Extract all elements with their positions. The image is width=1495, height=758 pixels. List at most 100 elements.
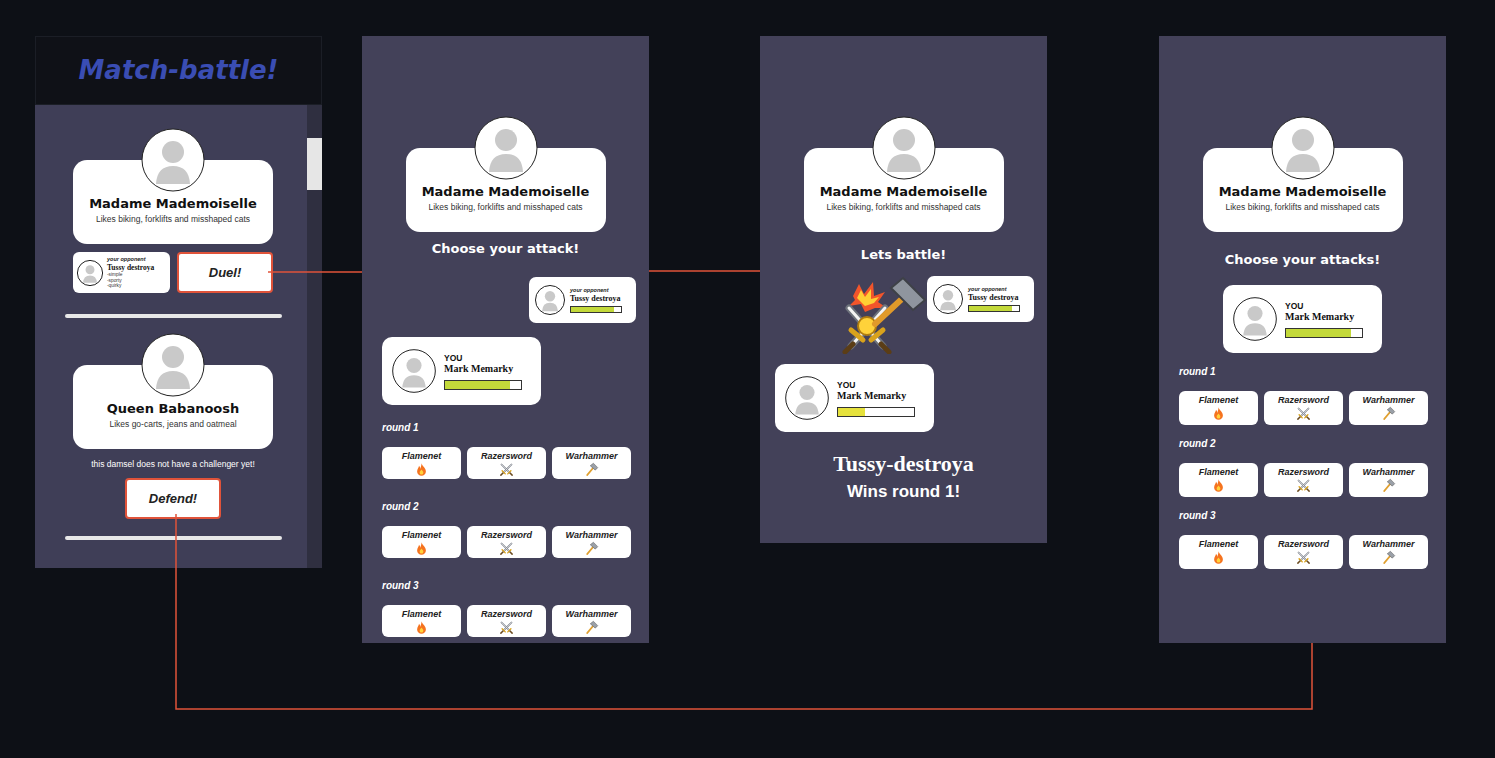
damsel-tagline: Likes biking, forklifts and misshaped ca… bbox=[812, 202, 996, 213]
hammer-icon bbox=[584, 462, 599, 477]
attack-button[interactable]: Razersword bbox=[1264, 535, 1343, 569]
opponent-card: your opponentTussy destroya bbox=[529, 277, 636, 323]
opponent-info: your opponentTussy destroya bbox=[968, 286, 1020, 312]
app-title: Match-battle! bbox=[79, 51, 279, 90]
attack-name: Flamenet bbox=[402, 610, 442, 620]
avatar-icon bbox=[474, 116, 538, 180]
attack-name: Flamenet bbox=[1199, 396, 1239, 406]
attack-button[interactable]: Flamenet bbox=[1179, 535, 1258, 569]
avatar-icon bbox=[141, 333, 205, 397]
battle-clash-icon bbox=[835, 274, 927, 354]
opponent-trait: -sporty bbox=[107, 278, 154, 284]
opponent-name: Tussy destroya bbox=[107, 263, 154, 272]
app-header: Match-battle! bbox=[35, 36, 322, 105]
health-bar bbox=[1285, 328, 1363, 338]
hammer-icon bbox=[1381, 550, 1396, 565]
player-name: Mark Memarky bbox=[1285, 311, 1363, 323]
attack-name: Razersword bbox=[1278, 468, 1329, 478]
sword-icon bbox=[499, 620, 514, 635]
sword-icon bbox=[499, 462, 514, 477]
damsel-profile: Madame Mademoiselle Likes biking, forklif… bbox=[73, 128, 273, 244]
round-label: round 1 bbox=[382, 421, 649, 435]
damsel-name: Madame Mademoiselle bbox=[81, 196, 265, 212]
attack-button[interactable]: Warhammer bbox=[552, 605, 631, 637]
attack-name: Warhammer bbox=[566, 610, 618, 620]
screen-prompt: Lets battle! bbox=[861, 247, 946, 263]
scrollbar[interactable] bbox=[307, 105, 322, 568]
attack-button[interactable]: Flamenet bbox=[382, 526, 461, 558]
attack-row: Flamenet Razersword Warhammer bbox=[1179, 463, 1446, 497]
fire-icon bbox=[1211, 406, 1226, 421]
duel-button[interactable]: Duel! bbox=[177, 252, 273, 293]
health-fill bbox=[838, 408, 865, 416]
hammer-icon bbox=[584, 620, 599, 635]
attack-button[interactable]: Flamenet bbox=[382, 605, 461, 637]
health-fill bbox=[1286, 329, 1351, 337]
screen-prompt: Choose your attacks! bbox=[1225, 252, 1380, 268]
attack-button[interactable]: Warhammer bbox=[552, 447, 631, 479]
hammer-icon bbox=[584, 541, 599, 556]
damsel-name: Madame Mademoiselle bbox=[812, 184, 996, 200]
damsel-profile: Queen BabanooshLikes go-carts, jeans and… bbox=[73, 333, 273, 449]
round-winner: Tussy-destroya bbox=[833, 451, 974, 477]
hammer-icon bbox=[1381, 406, 1396, 421]
phone-screen: Madame MademoiselleLikes biking, forklif… bbox=[362, 36, 649, 643]
sword-icon bbox=[1296, 406, 1311, 421]
fire-icon bbox=[414, 541, 429, 556]
attack-button[interactable]: Razersword bbox=[1264, 391, 1343, 425]
rounds-list: round 1FlamenetRazerswordWarhammerround … bbox=[362, 405, 649, 637]
battle-row: your opponentTussy destroya bbox=[835, 274, 1034, 354]
flow-connector bbox=[649, 270, 760, 272]
attack-name: Flamenet bbox=[1199, 540, 1239, 550]
avatar-icon bbox=[785, 376, 829, 420]
defend-button[interactable]: Defend! bbox=[125, 478, 221, 519]
attack-name: Warhammer bbox=[566, 531, 618, 541]
attack-button[interactable]: Warhammer bbox=[1349, 535, 1428, 569]
scrollbar-thumb[interactable] bbox=[307, 138, 322, 190]
flow-connectors bbox=[0, 0, 1495, 758]
damsel-name: Madame Mademoiselle bbox=[1211, 184, 1395, 200]
round-label: round 3 bbox=[382, 579, 649, 593]
avatar-icon bbox=[141, 128, 205, 192]
attack-button[interactable]: Razersword bbox=[467, 526, 546, 558]
attack-row: Flamenet Razersword Warhammer bbox=[382, 605, 649, 637]
player-name: Mark Memarky bbox=[837, 390, 915, 402]
screen-prompt: Choose your attack! bbox=[432, 241, 580, 257]
fire-icon bbox=[414, 462, 429, 477]
attack-button[interactable]: Razersword bbox=[467, 447, 546, 479]
attack-button[interactable]: Warhammer bbox=[1349, 463, 1428, 497]
attack-button[interactable]: Razersword bbox=[1264, 463, 1343, 497]
lobby-body: Madame Mademoiselle Likes biking, forklif… bbox=[35, 105, 322, 568]
sword-icon bbox=[499, 541, 514, 556]
round-label: round 2 bbox=[1179, 437, 1446, 451]
avatar-icon bbox=[933, 284, 963, 314]
attack-name: Flamenet bbox=[402, 452, 442, 462]
damsel-tagline: Likes go-carts, jeans and oatmeal bbox=[81, 419, 265, 430]
damsel-tagline: Likes biking, forklifts and misshaped ca… bbox=[81, 214, 265, 225]
attack-button[interactable]: Warhammer bbox=[1349, 391, 1428, 425]
divider bbox=[65, 536, 282, 540]
opponent-trait: -quirky bbox=[107, 283, 154, 289]
player-label: YOU bbox=[1285, 301, 1363, 311]
attack-button[interactable]: Warhammer bbox=[552, 526, 631, 558]
attack-row: Flamenet Razersword Warhammer bbox=[1179, 391, 1446, 425]
player-label: YOU bbox=[444, 353, 522, 363]
attack-name: Razersword bbox=[1278, 540, 1329, 550]
damsel-profile: Madame MademoiselleLikes biking, forklif… bbox=[1203, 116, 1403, 232]
attack-button[interactable]: Flamenet bbox=[1179, 391, 1258, 425]
attack-button[interactable]: Razersword bbox=[467, 605, 546, 637]
avatar-icon bbox=[77, 260, 103, 286]
opponent-info: your opponentTussy destroya-simple-sport… bbox=[107, 256, 154, 288]
player-card: YOUMark Memarky bbox=[775, 364, 934, 432]
attack-name: Warhammer bbox=[1363, 396, 1415, 406]
attack-button[interactable]: Flamenet bbox=[1179, 463, 1258, 497]
health-fill bbox=[571, 307, 614, 312]
opponent-label: your opponent bbox=[107, 256, 154, 263]
player-card: YOUMark Memarky bbox=[1223, 285, 1382, 353]
health-bar bbox=[968, 305, 1020, 312]
opponent-card: your opponentTussy destroya bbox=[927, 276, 1034, 322]
attack-name: Warhammer bbox=[566, 452, 618, 462]
health-bar bbox=[570, 306, 622, 313]
attack-button[interactable]: Flamenet bbox=[382, 447, 461, 479]
damsel-name: Madame Mademoiselle bbox=[414, 184, 598, 200]
